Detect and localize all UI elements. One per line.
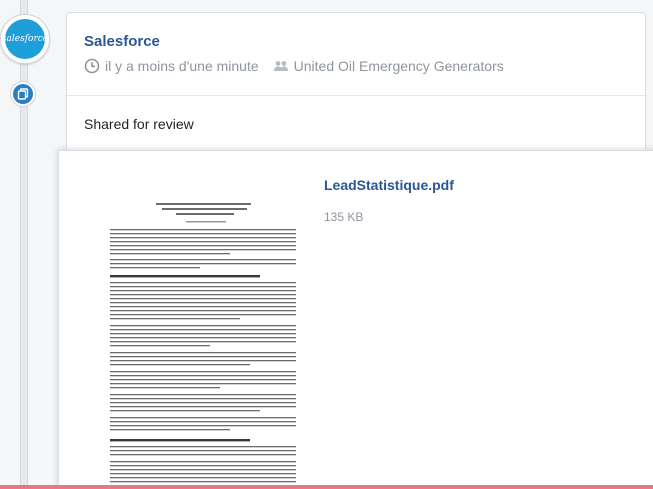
file-preview-thumbnail[interactable] [106,203,304,489]
file-attachment[interactable]: LeadStatistique.pdf 135 KB [58,150,653,489]
file-name-link[interactable]: LeadStatistique.pdf [324,177,454,193]
file-copy-icon [13,84,33,104]
document-page-image [110,203,296,483]
post-type-badge [10,81,36,107]
post-body: Shared for review [84,116,194,132]
record-link[interactable]: United Oil Emergency Generators [294,58,504,74]
post-meta: il y a moins d'une minute United Oil Eme… [84,58,504,74]
clock-icon [84,58,100,74]
author-link[interactable]: Salesforce [84,33,160,50]
header-divider [67,95,645,96]
timeline-rail [20,0,28,489]
avatar[interactable]: salesforce [0,14,50,64]
avatar-brand-text: salesforce [1,34,49,44]
post-timestamp[interactable]: il y a moins d'une minute [105,58,259,74]
group-icon [273,58,289,74]
salesforce-logo-icon: salesforce [1,19,49,59]
feed-item-header: Salesforce il y a moins d'une minute Uni… [67,13,645,95]
file-size: 135 KB [324,210,364,224]
bottom-accent-bar [0,485,653,489]
